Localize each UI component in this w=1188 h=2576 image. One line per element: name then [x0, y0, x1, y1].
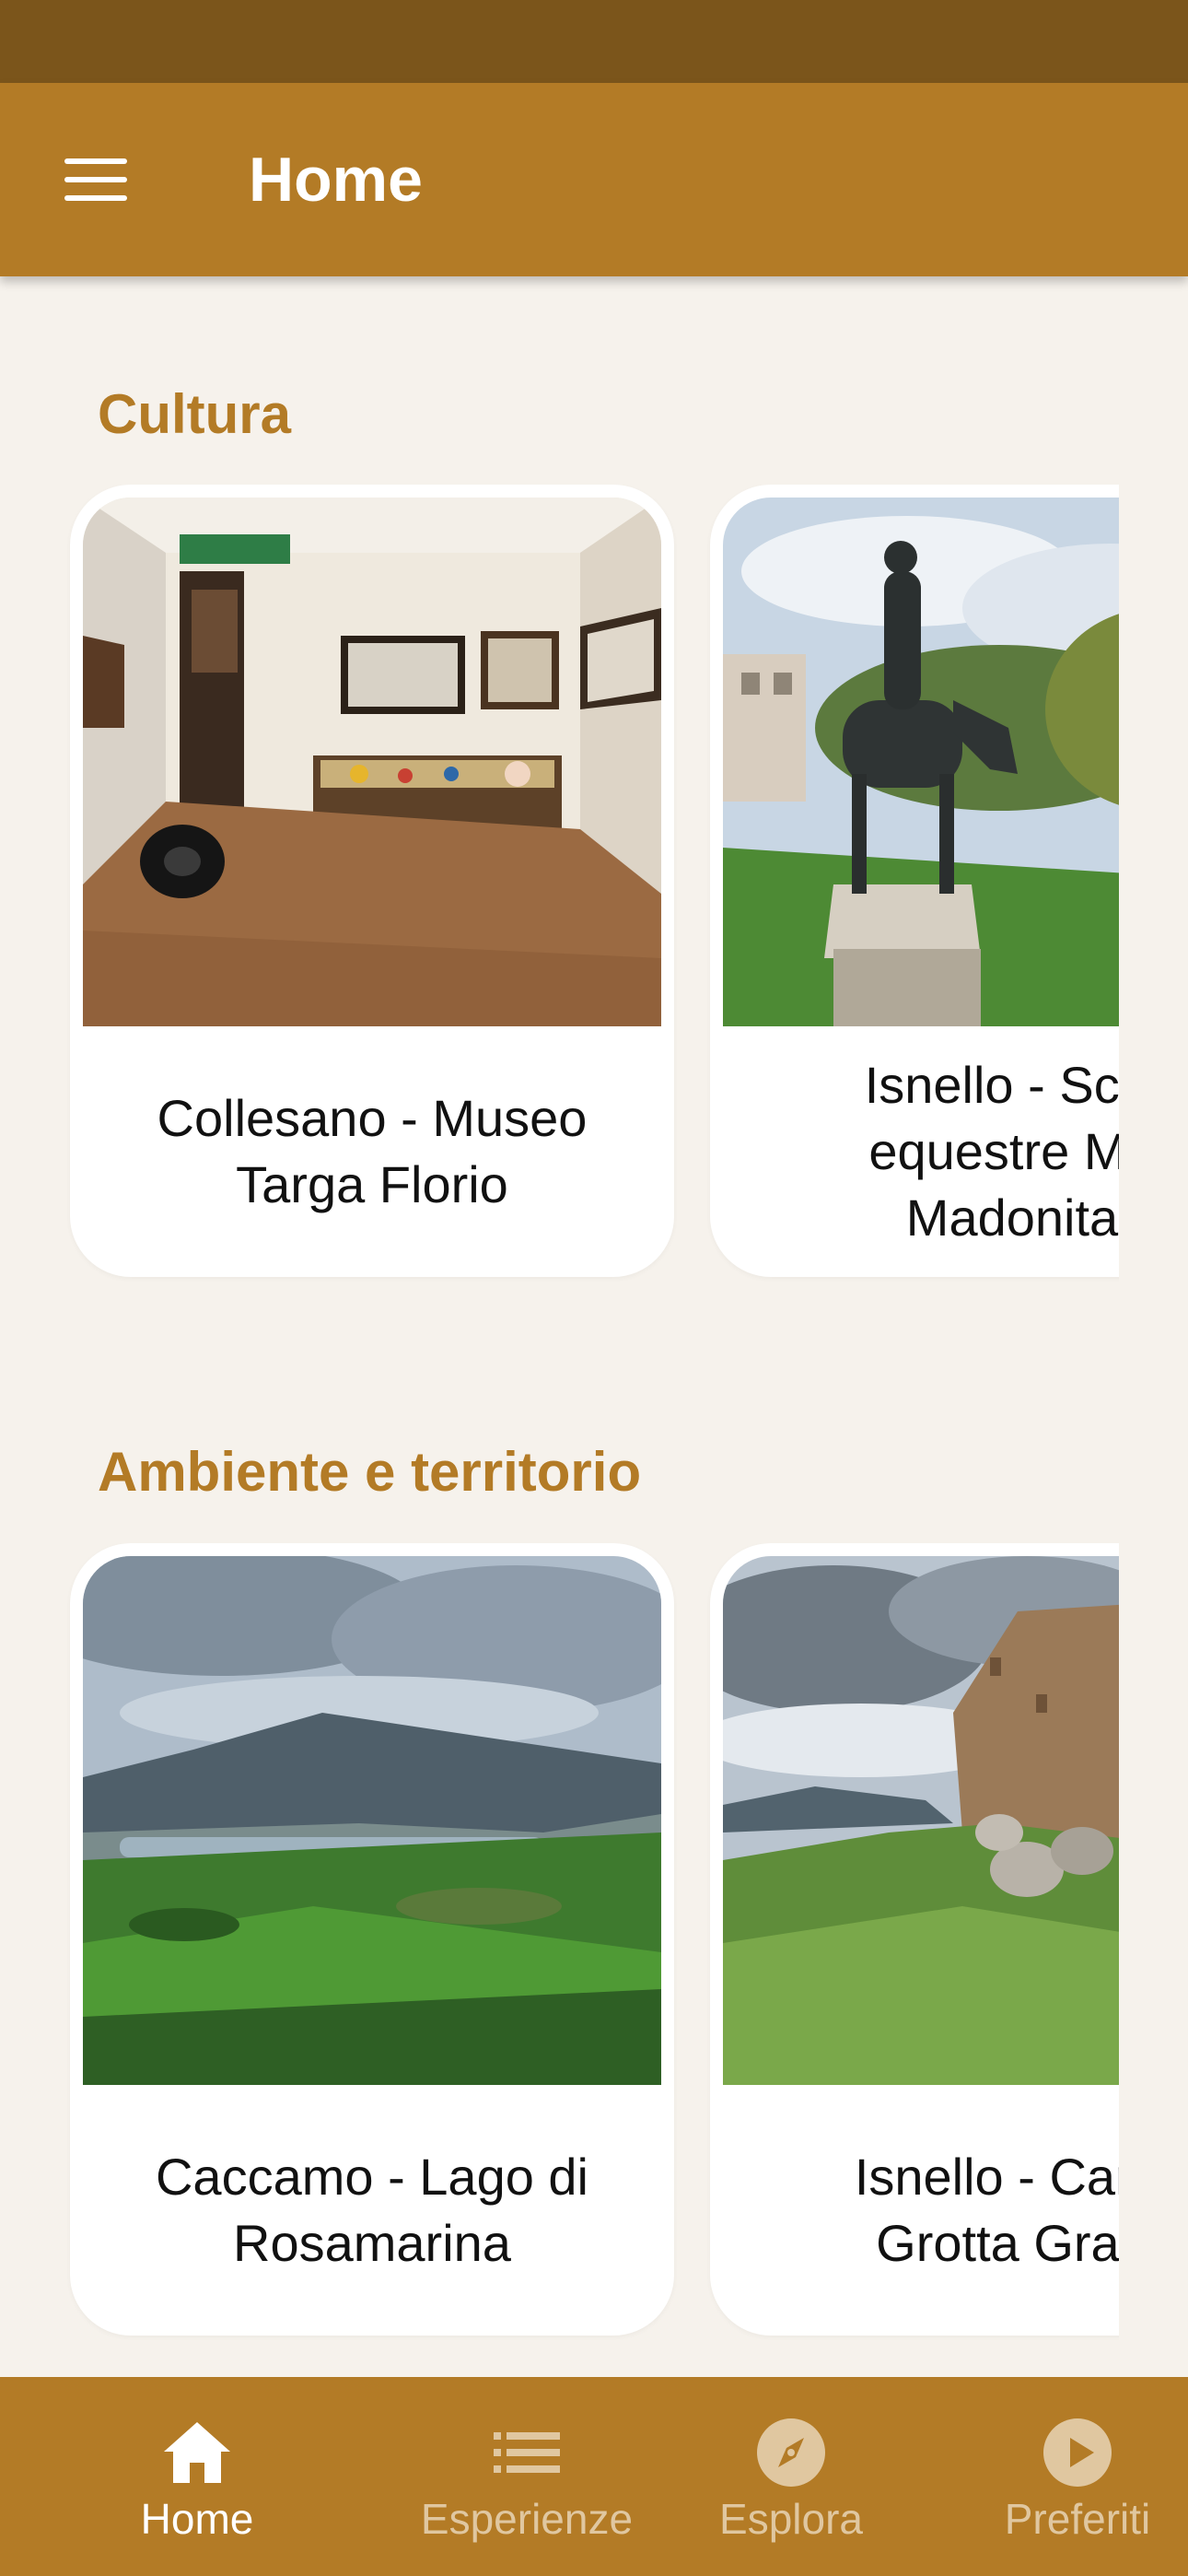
home-icon	[160, 2418, 234, 2488]
nav-item-esplora[interactable]: Esplora	[699, 2377, 883, 2576]
card-caccamo-lago[interactable]: Caccamo - Lago di Rosamarina	[70, 1543, 674, 2336]
nav-label-home: Home	[140, 2495, 254, 2543]
section-title-ambiente: Ambiente e territorio	[98, 1441, 642, 1503]
carousel-ambiente[interactable]: Caccamo - Lago di Rosamarina Isnello - C…	[0, 1543, 1119, 2354]
nav-item-preferiti[interactable]: Preferiti	[967, 2377, 1188, 2576]
nav-label-esperienze: Esperienze	[420, 2495, 634, 2543]
castle-ruins-hillside-photo	[723, 1556, 1119, 2085]
play-circle-icon	[1041, 2418, 1114, 2488]
card-collesano-museo[interactable]: Collesano - Museo Targa Florio	[70, 485, 674, 1277]
list-icon	[490, 2418, 564, 2488]
card-caption: Caccamo - Lago di Rosamarina	[155, 2148, 588, 2272]
equestrian-statue-photo	[723, 498, 1119, 1026]
compass-icon	[754, 2418, 828, 2488]
bottom-navigation: Home Esperienze Esplora Preferiti	[0, 2377, 1188, 2576]
page-title: Home	[249, 145, 423, 215]
nav-item-home[interactable]: Home	[105, 2377, 289, 2576]
card-caption: Isnello - Cany Grotta Gran	[854, 2148, 1119, 2272]
status-bar	[0, 0, 1188, 83]
lake-valley-landscape-photo	[83, 1556, 661, 2085]
hamburger-menu-icon[interactable]	[41, 140, 151, 219]
carousel-cultura[interactable]: Collesano - Museo Targa Florio Isnello -…	[0, 485, 1119, 1295]
museum-interior-photo	[83, 498, 661, 1026]
nav-item-esperienze[interactable]: Esperienze	[407, 2377, 646, 2576]
section-title-cultura: Cultura	[98, 383, 291, 445]
card-isnello-scultura[interactable]: Isnello - Scul equestre Ma Madonita	[710, 485, 1119, 1277]
nav-label-esplora: Esplora	[719, 2495, 863, 2543]
card-caption: Isnello - Scul equestre Ma Madonita	[864, 1056, 1119, 1247]
nav-label-preferiti: Preferiti	[1004, 2495, 1151, 2543]
app-bar: Home	[0, 83, 1188, 276]
card-caption: Collesano - Museo Targa Florio	[157, 1089, 588, 1213]
card-isnello-canyon[interactable]: Isnello - Cany Grotta Gran	[710, 1543, 1119, 2336]
